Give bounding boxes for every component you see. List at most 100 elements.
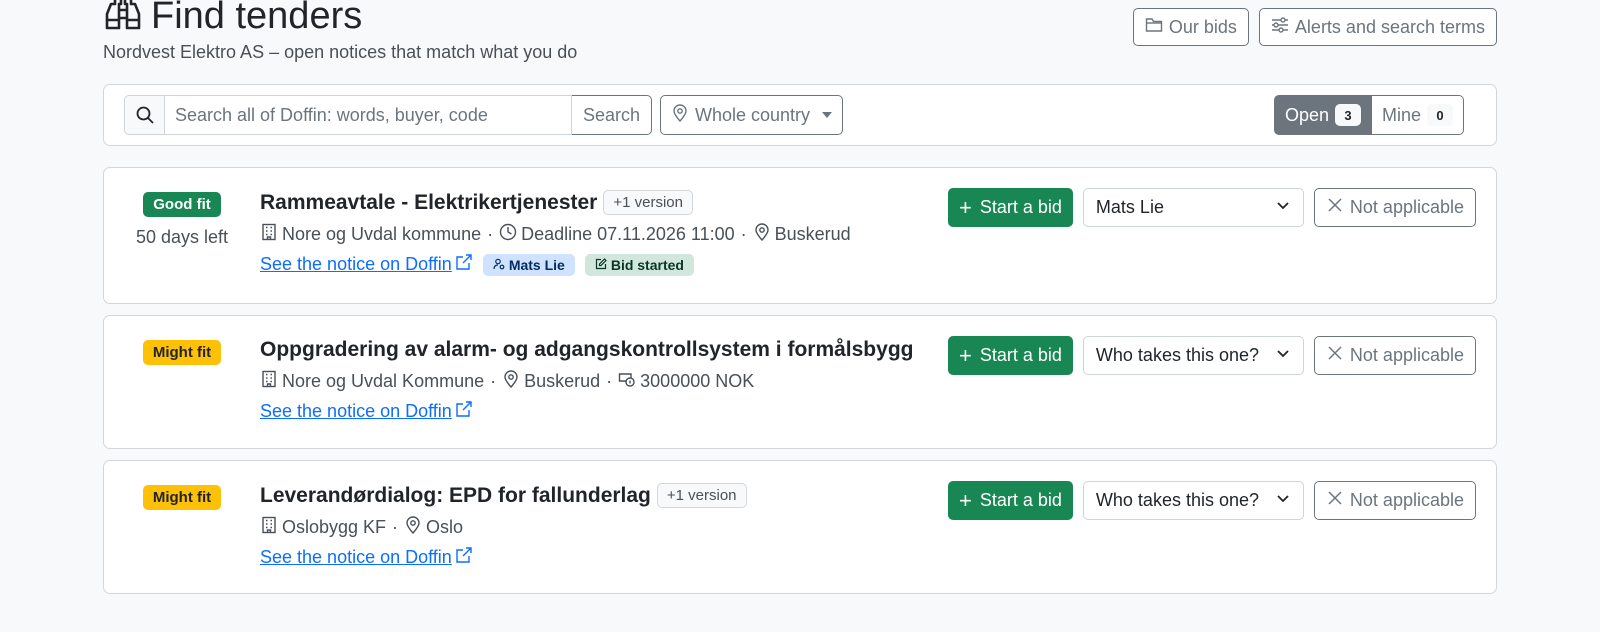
cash-coin-icon <box>618 370 640 393</box>
tender-title[interactable]: Oppgradering av alarm- og adgangskontrol… <box>260 338 913 362</box>
caret-down-icon <box>822 112 833 118</box>
search-group: Search <box>124 95 653 135</box>
assignee-select-value: Mats Lie <box>1095 197 1164 217</box>
separator: · <box>740 224 747 244</box>
start-bid-button[interactable]: + Start a bid <box>948 481 1073 520</box>
assignee-tag: Mats Lie <box>482 253 575 276</box>
page-subtitle: Nordvest Elektro AS – open notices that … <box>103 42 578 62</box>
search-button[interactable]: Search <box>572 95 653 135</box>
version-badge: +1 version <box>603 190 693 215</box>
doffin-link-label: See the notice on Doffin <box>260 254 452 274</box>
close-icon <box>1326 344 1344 367</box>
assignee-tag-label: Mats Lie <box>508 256 565 273</box>
start-bid-button[interactable]: + Start a bid <box>948 336 1073 375</box>
separator: · <box>392 517 399 537</box>
tender-link-row: See the notice on Doffin <box>260 546 747 569</box>
tender-info: Leverandørdialog: EPD for fallunderlag +… <box>260 483 747 569</box>
building-icon <box>260 370 282 393</box>
tender-info: Rammeavtale - Elektrikertjenester +1 ver… <box>260 190 851 276</box>
not-applicable-label: Not applicable <box>1349 197 1464 217</box>
open-count-badge: 3 <box>1334 104 1361 126</box>
tender-actions: + Start a bid Mats Lie Not applicable <box>948 188 1476 227</box>
region: Buskerud <box>774 224 851 244</box>
search-input[interactable] <box>164 95 572 135</box>
status-tag: Bid started <box>584 253 694 276</box>
start-bid-label: Start a bid <box>979 345 1062 365</box>
tender-card: Good fit 50 days left Rammeavtale - Elek… <box>103 167 1497 304</box>
not-applicable-label: Not applicable <box>1349 490 1464 510</box>
alerts-label: Alerts and search terms <box>1294 16 1485 37</box>
not-applicable-button[interactable]: Not applicable <box>1313 481 1476 520</box>
fit-column: Might fit <box>104 485 260 510</box>
doffin-link-label: See the notice on Doffin <box>260 401 452 421</box>
pencil-square-icon <box>595 257 607 273</box>
binoculars-icon <box>103 0 151 39</box>
assignee-select[interactable]: Who takes this one? <box>1082 481 1304 520</box>
header-actions: Our bids Alerts and search terms <box>1132 8 1497 46</box>
version-badge: +1 version <box>656 483 747 508</box>
our-bids-button[interactable]: Our bids <box>1132 8 1249 46</box>
assignee-select[interactable]: Who takes this one? <box>1082 336 1304 375</box>
tab-mine[interactable]: Mine 0 <box>1371 95 1464 135</box>
region: Buskerud <box>524 371 601 391</box>
plus-icon: + <box>959 342 972 368</box>
chevron-down-icon <box>1275 345 1291 366</box>
title-row: Find tenders <box>103 0 362 40</box>
close-icon <box>1326 196 1344 219</box>
tender-title[interactable]: Rammeavtale - Elektrikertjenester <box>260 191 597 215</box>
tender-card: Might fit Oppgradering av alarm- og adga… <box>103 315 1497 449</box>
map-pin-icon <box>671 103 689 127</box>
building-icon <box>260 223 282 246</box>
map-pin-icon <box>502 370 524 393</box>
view-toggle: Open 3 Mine 0 <box>1273 95 1464 135</box>
external-link-icon <box>455 546 473 569</box>
doffin-link[interactable]: See the notice on Doffin <box>260 400 473 423</box>
our-bids-label: Our bids <box>1168 16 1237 37</box>
tender-meta: Nore og Uvdal Kommune · Buskerud · 30000… <box>260 370 913 393</box>
close-icon <box>1326 489 1344 512</box>
doffin-link[interactable]: See the notice on Doffin <box>260 253 473 276</box>
not-applicable-button[interactable]: Not applicable <box>1313 336 1476 375</box>
start-bid-button[interactable]: + Start a bid <box>948 188 1073 227</box>
region-select-value: Whole country <box>695 104 811 125</box>
building-icon <box>260 516 282 539</box>
page-title: Find tenders <box>151 0 363 37</box>
start-bid-label: Start a bid <box>979 197 1062 217</box>
buyer-name: Oslobygg KF <box>282 517 387 537</box>
not-applicable-label: Not applicable <box>1349 345 1464 365</box>
page-header: Find tenders Nordvest Elektro AS – open … <box>103 0 1497 80</box>
start-bid-label: Start a bid <box>979 490 1062 510</box>
deadline: Deadline 07.11.2026 11:00 <box>521 224 735 244</box>
fit-column: Good fit 50 days left <box>104 192 260 248</box>
fit-column: Might fit <box>104 340 260 365</box>
tender-title[interactable]: Leverandørdialog: EPD for fallunderlag <box>260 484 651 508</box>
separator: · <box>490 371 497 391</box>
page: Find tenders Nordvest Elektro AS – open … <box>103 0 1497 594</box>
assignee-select-value: Who takes this one? <box>1095 345 1260 365</box>
search-icon <box>124 95 164 135</box>
tender-card: Might fit Leverandørdialog: EPD for fall… <box>103 460 1497 594</box>
not-applicable-button[interactable]: Not applicable <box>1313 188 1476 227</box>
chevron-down-icon <box>1275 197 1291 218</box>
alerts-button[interactable]: Alerts and search terms <box>1258 8 1497 46</box>
map-pin-icon <box>404 516 426 539</box>
region: Oslo <box>426 517 464 537</box>
region-select[interactable]: Whole country <box>660 95 844 135</box>
tab-open[interactable]: Open 3 <box>1273 95 1372 135</box>
tender-info: Oppgradering av alarm- og adgangskontrol… <box>260 338 913 423</box>
external-link-icon <box>455 253 473 276</box>
plus-icon: + <box>959 194 972 220</box>
tender-meta: Nore og Uvdal kommune · Deadline 07.11.2… <box>260 223 851 246</box>
assignee-select[interactable]: Mats Lie <box>1082 188 1304 227</box>
plus-icon: + <box>959 487 972 513</box>
sliders-icon <box>1271 16 1289 39</box>
map-pin-icon <box>753 223 775 246</box>
tender-title-row: Rammeavtale - Elektrikertjenester +1 ver… <box>260 190 851 215</box>
status-tag-label: Bid started <box>610 256 684 273</box>
clock-icon <box>499 223 521 246</box>
doffin-link[interactable]: See the notice on Doffin <box>260 546 473 569</box>
doffin-link-label: See the notice on Doffin <box>260 547 452 567</box>
separator: · <box>487 224 494 244</box>
assignee-select-value: Who takes this one? <box>1095 490 1260 510</box>
tender-title-row: Leverandørdialog: EPD for fallunderlag +… <box>260 483 747 508</box>
